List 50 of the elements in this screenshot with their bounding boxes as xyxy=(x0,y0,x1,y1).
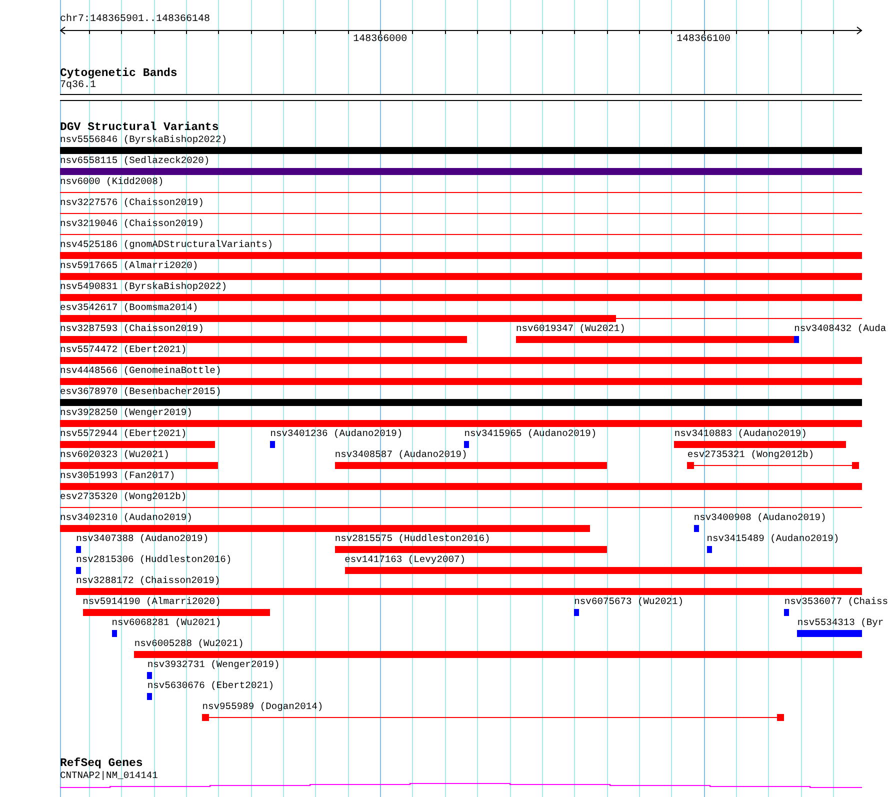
variant-label: nsv2815306 (Huddleston2016) xyxy=(76,554,232,566)
variant-label: esv2735320 (Wong2012b) xyxy=(60,491,187,503)
variant-label: nsv3227576 (Chaisson2019) xyxy=(60,197,204,209)
variant-label: nsv6558115 (Sedlazeck2020) xyxy=(60,155,210,167)
variant-label: nsv5917665 (Almarri2020) xyxy=(60,260,198,272)
variant-label: nsv4525186 (gnomADStructuralVariants) xyxy=(60,239,274,251)
variant-label: nsv6005288 (Wu2021) xyxy=(134,638,244,650)
track-title: DGV Structural Variants xyxy=(60,121,219,134)
variant-label: esv3542617 (Boomsma2014) xyxy=(60,302,198,314)
variant-label: nsv5556846 (ByrskaBishop2022) xyxy=(60,134,227,146)
variant-label: nsv3928250 (Wenger2019) xyxy=(60,407,192,419)
variant-label: esv3678970 (Besenbacher2015) xyxy=(60,386,222,398)
variant-label: nsv2815575 (Huddleston2016) xyxy=(334,533,490,545)
variant-label: nsv3401236 (Audano2019) xyxy=(270,428,403,440)
variant-label: nsv3415965 (Audano2019) xyxy=(464,428,597,440)
variant-label: nsv3288172 (Chaisson2019) xyxy=(76,575,220,587)
variant-label: nsv3407388 (Audano2019) xyxy=(76,533,209,545)
variant-label: nsv5490831 (ByrskaBishop2022) xyxy=(60,281,227,293)
variant-label: nsv3408432 (Auda xyxy=(794,323,886,335)
variant-label: nsv3400908 (Audano2019) xyxy=(694,512,826,524)
variant-label: nsv955989 (Dogan2014) xyxy=(202,701,324,713)
variant-label: nsv5534313 (Byr xyxy=(797,617,884,629)
variant-label: nsv3402310 (Audano2019) xyxy=(60,512,192,524)
variant-label: nsv3219046 (Chaisson2019) xyxy=(60,218,204,230)
variant-label: nsv6019347 (Wu2021) xyxy=(516,323,626,335)
variant-label: nsv6020323 (Wu2021) xyxy=(60,449,170,461)
variant-label: nsv6068281 (Wu2021) xyxy=(112,617,222,629)
track-title: RefSeq Genes xyxy=(60,757,143,770)
variant-label: nsv4448566 (GenomeinaBottle) xyxy=(60,365,222,377)
band-label: 7q36.1 xyxy=(60,80,96,92)
tick-label: 148366100 xyxy=(676,34,731,46)
variant-label: nsv5630676 (Ebert2021) xyxy=(147,680,274,692)
variant-label: nsv6075673 (Wu2021) xyxy=(574,596,684,608)
variant-label: nsv3536077 (Chaiss xyxy=(784,596,888,608)
track-title: Cytogenetic Bands xyxy=(60,67,178,80)
variant-label: nsv5572944 (Ebert2021) xyxy=(60,428,187,440)
variant-label: nsv3932731 (Wenger2019) xyxy=(147,659,280,671)
variant-label: nsv3051993 (Fan2017) xyxy=(60,470,176,482)
variant-label: nsv3287593 (Chaisson2019) xyxy=(60,323,204,335)
variant-label: nsv5574472 (Ebert2021) xyxy=(60,344,187,356)
variant-label: esv1417163 (Levy2007) xyxy=(344,554,466,566)
variant-label: nsv5914190 (Almarri2020) xyxy=(82,596,221,608)
tick-label: 148366000 xyxy=(353,34,408,46)
variant-label: nsv3410883 (Audano2019) xyxy=(674,428,807,440)
region-label: chr7:148365901..148366148 xyxy=(60,14,210,26)
variant-label: esv2735321 (Wong2012b) xyxy=(687,449,814,461)
variant-label: nsv6000 (Kidd2008) xyxy=(60,176,164,188)
gene-label: CNTNAP2|NM_014141 xyxy=(60,770,158,782)
variant-label: nsv3415489 (Audano2019) xyxy=(706,533,840,545)
variant-label: nsv3408587 (Audano2019) xyxy=(334,449,468,461)
